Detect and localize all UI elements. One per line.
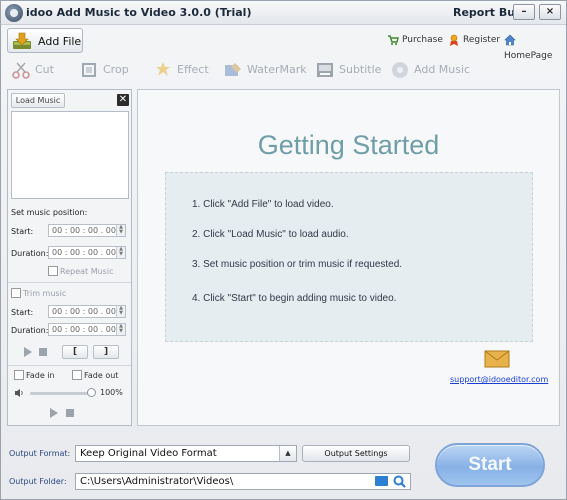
subtitle-tool[interactable]: Subtitle — [315, 60, 381, 80]
steps-box: 1. Click "Add File" to load video. 2. Cl… — [165, 172, 533, 342]
purchase-label: Purchase — [402, 35, 443, 45]
mail-icon[interactable] — [484, 350, 510, 368]
trim-music-checkbox[interactable] — [11, 288, 21, 298]
cut-tool[interactable]: Cut — [11, 60, 54, 80]
minimize-button[interactable]: – — [513, 4, 535, 20]
search-icon[interactable] — [393, 475, 406, 488]
add-file-icon — [13, 32, 31, 49]
register-icon — [450, 34, 458, 46]
output-folder-field[interactable]: C:\Users\Administrator\Videos\ — [75, 473, 411, 490]
mark-in-button[interactable]: [ — [62, 345, 88, 359]
music-list[interactable] — [11, 111, 129, 199]
duration-time-value: 00 : 00 : 00 . 000 — [52, 248, 121, 257]
add-file-label: Add File — [38, 35, 82, 48]
trim-play-icon[interactable] — [24, 347, 32, 357]
speaker-icon — [15, 389, 23, 397]
app-window: idoo Add Music to Video 3.0.0 (Trial) Re… — [0, 0, 567, 500]
repeat-music-label: Repeat Music — [60, 267, 114, 276]
step-3: 3. Set music position or trim music if r… — [192, 259, 403, 270]
watermark-icon — [225, 63, 241, 76]
divider — [8, 282, 131, 283]
homepage-link[interactable]: HomePage — [504, 32, 566, 61]
music-disc-icon — [392, 62, 408, 78]
load-music-button[interactable]: Load Music — [11, 93, 65, 108]
trim-stop-icon[interactable] — [39, 348, 47, 356]
duration-label: Duration: — [11, 249, 49, 258]
panel-close-icon[interactable]: ✕ — [117, 94, 129, 106]
step-1: 1. Click "Add File" to load video. — [192, 199, 334, 210]
crop-tool[interactable]: Crop — [79, 60, 129, 80]
repeat-music-checkbox[interactable] — [48, 266, 58, 276]
start-time-field[interactable]: 00 : 00 : 00 . 000 ▲ ▼ — [48, 224, 126, 237]
effect-icon — [156, 62, 170, 76]
fade-in-label: Fade in — [26, 371, 55, 380]
trim-start-label: Start: — [11, 308, 34, 317]
main-panel: Getting Started 1. Click "Add File" to l… — [137, 89, 560, 426]
window-title: idoo Add Music to Video 3.0.0 (Trial) — [26, 6, 252, 19]
trim-start-value: 00 : 00 : 00 . 000 — [52, 307, 121, 316]
output-format-label: Output Format: — [9, 449, 71, 458]
trim-duration-label: Duration: — [11, 326, 49, 335]
start-button[interactable]: Start — [435, 443, 545, 487]
mark-out-button[interactable]: ] — [93, 345, 119, 359]
trim-duration-spinner[interactable]: ▲ ▼ — [116, 324, 125, 335]
volume-slider[interactable] — [30, 392, 92, 395]
start-time-value: 00 : 00 : 00 . 000 — [52, 226, 121, 235]
crop-label: Crop — [103, 63, 129, 76]
fade-out-checkbox[interactable] — [72, 370, 82, 380]
subtitle-icon — [317, 63, 333, 77]
trim-music-label: Trim music — [23, 289, 67, 298]
output-folder-value: C:\Users\Administrator\Videos\ — [80, 476, 234, 487]
step-4: 4. Click "Start" to begin adding music t… — [192, 293, 397, 304]
fade-out-label: Fade out — [84, 371, 119, 380]
volume-slider-handle[interactable] — [87, 388, 96, 397]
app-logo-icon — [5, 4, 23, 22]
title-bar: idoo Add Music to Video 3.0.0 (Trial) Re… — [1, 1, 566, 25]
add-music-label: Add Music — [414, 63, 471, 76]
add-music-tool[interactable]: Add Music — [390, 60, 470, 80]
preview-play-icon[interactable] — [50, 408, 58, 418]
duration-time-spinner[interactable]: ▲ ▼ — [116, 247, 125, 258]
output-settings-button[interactable]: Output Settings — [302, 445, 410, 462]
scissors-icon — [12, 62, 30, 79]
trim-start-field[interactable]: 00 : 00 : 00 . 000 ▲ ▼ — [48, 305, 126, 318]
preview-stop-icon[interactable] — [66, 409, 74, 417]
volume-value: 100% — [100, 388, 123, 397]
cart-icon — [388, 34, 399, 45]
output-format-value: Keep Original Video Format — [80, 448, 217, 459]
start-time-spinner[interactable]: ▲ ▼ — [116, 225, 125, 236]
add-file-button[interactable]: Add File — [7, 28, 83, 53]
music-panel: Load Music ✕ Set music position: Start: … — [7, 89, 132, 426]
getting-started-title: Getting Started — [257, 130, 440, 160]
trim-duration-value: 00 : 00 : 00 . 000 — [52, 325, 121, 334]
register-link[interactable]: Register — [448, 32, 500, 48]
crop-icon — [82, 63, 96, 77]
support-email-link[interactable]: support@idooeditor.com — [450, 375, 548, 384]
register-label: Register — [463, 35, 501, 45]
cut-label: Cut — [35, 63, 54, 76]
duration-time-field[interactable]: 00 : 00 : 00 . 000 ▲ ▼ — [48, 246, 126, 259]
trim-duration-field[interactable]: 00 : 00 : 00 . 000 ▲ ▼ — [48, 323, 126, 336]
effect-tool[interactable]: Effect — [153, 60, 209, 80]
output-folder-label: Output Folder: — [9, 477, 67, 486]
subtitle-label: Subtitle — [339, 63, 382, 76]
trim-start-spinner[interactable]: ▲ ▼ — [116, 306, 125, 317]
step-2: 2. Click "Load Music" to load audio. — [192, 229, 349, 240]
divider — [8, 365, 131, 366]
set-position-label: Set music position: — [11, 208, 88, 217]
watermark-label: WaterMark — [247, 63, 307, 76]
close-button[interactable]: × — [539, 4, 561, 20]
home-icon — [504, 34, 516, 45]
purchase-link[interactable]: Purchase — [387, 32, 443, 48]
start-label: Start: — [11, 227, 34, 236]
effect-label: Effect — [177, 63, 209, 76]
watermark-tool[interactable]: WaterMark — [223, 60, 307, 80]
fade-in-checkbox[interactable] — [14, 370, 24, 380]
output-format-select[interactable]: Keep Original Video Format ▲ — [75, 445, 297, 462]
folder-icon[interactable] — [375, 476, 388, 486]
dropdown-arrow-icon[interactable]: ▲ — [279, 446, 296, 461]
tool-row: Cut Crop Effect WaterMark Subtitle Add M… — [1, 57, 566, 83]
